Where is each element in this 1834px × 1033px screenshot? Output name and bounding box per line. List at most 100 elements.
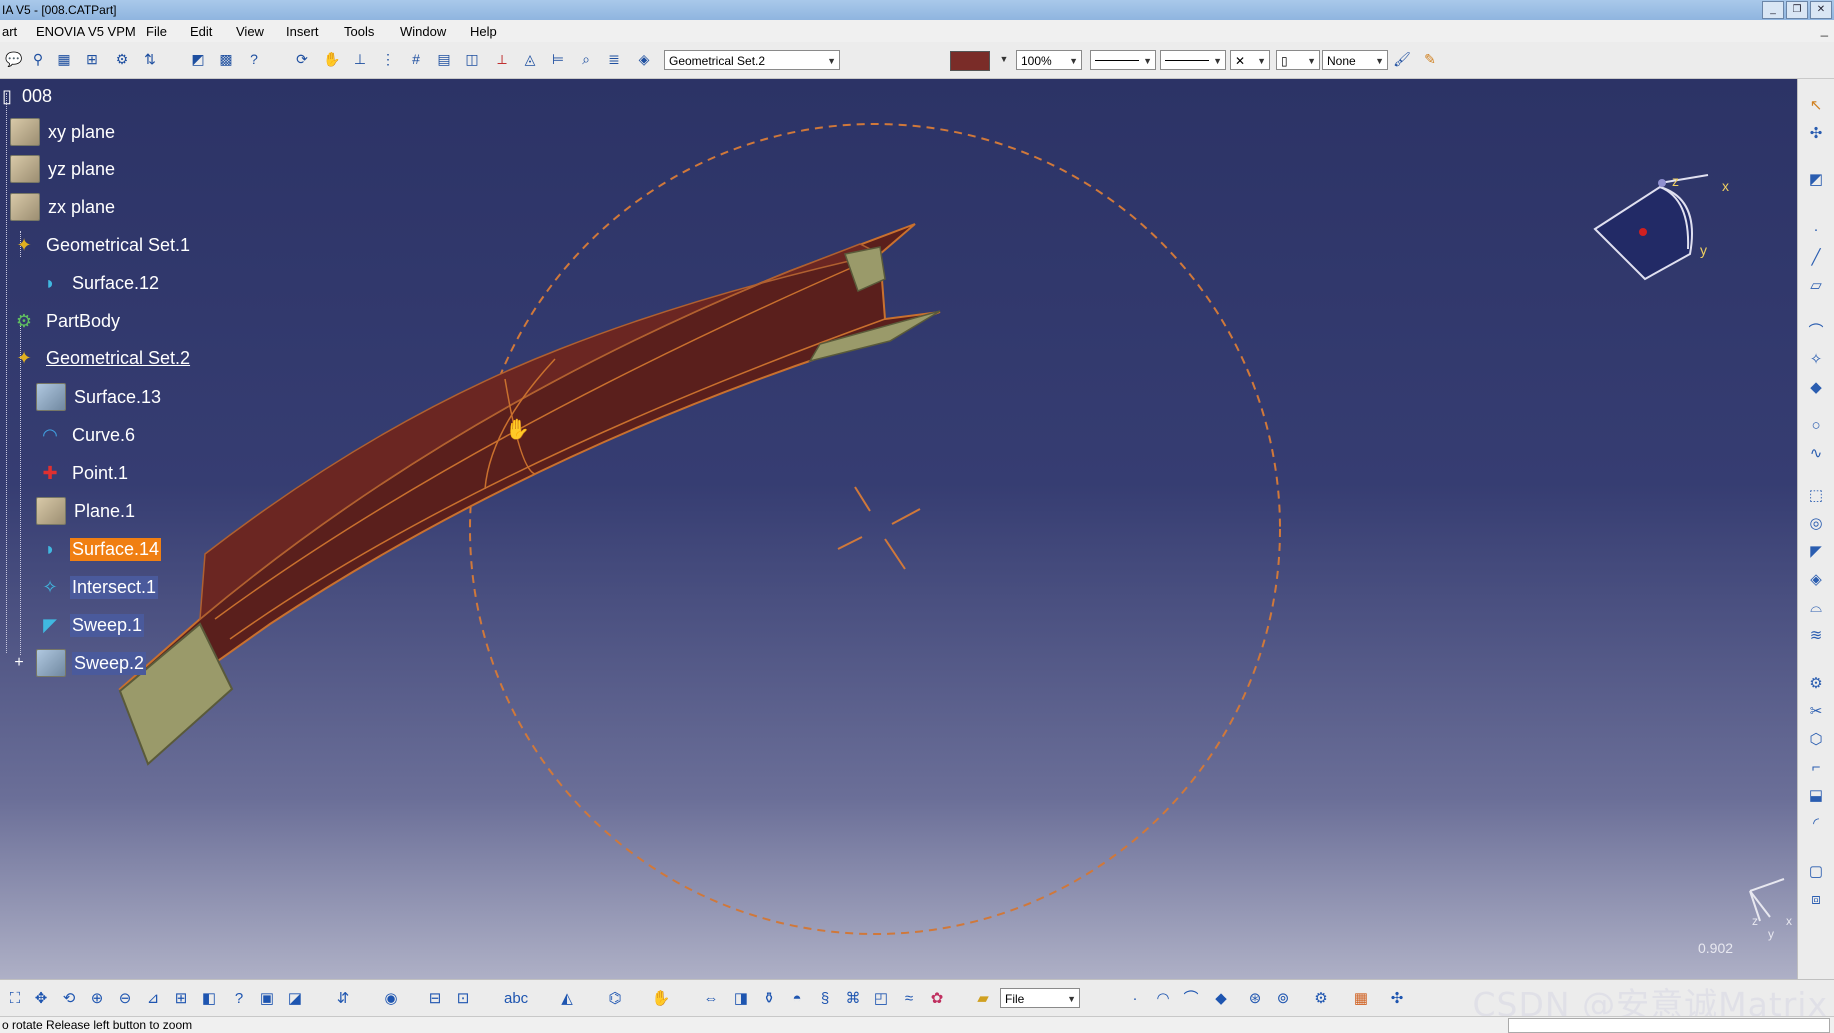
menu-start[interactable]: art (2, 24, 17, 39)
trim-icon[interactable]: ⬡ (1805, 729, 1827, 751)
join-icon[interactable]: ⚙ (1805, 673, 1827, 695)
material-icon[interactable]: ◭ (556, 988, 578, 1010)
measure-icon[interactable]: ⊟ (424, 988, 446, 1010)
close-button[interactable]: ✕ (1810, 1, 1832, 19)
sweep-tool-icon[interactable]: ◤ (1805, 541, 1827, 563)
file-combo[interactable]: File ▼ (1000, 988, 1080, 1008)
update-icon[interactable]: ⟳ (292, 49, 312, 69)
loft-icon[interactable]: ⌓ (1805, 597, 1827, 619)
color-swatch[interactable] (950, 51, 990, 71)
tree-item-yz-plane[interactable]: yz plane (10, 155, 117, 183)
analysis-icon[interactable]: ⌬ (604, 988, 626, 1010)
zoom-out-icon[interactable]: ⊖ (114, 988, 136, 1010)
grid-snap-icon[interactable]: # (406, 49, 426, 69)
layer-combo[interactable]: None ▼ (1322, 50, 1388, 70)
help-pointer-icon[interactable]: ? (244, 49, 264, 69)
restore-button[interactable]: ❐ (1786, 1, 1808, 19)
iso-view-icon[interactable]: ◧ (198, 988, 220, 1010)
connect-icon[interactable]: § (814, 988, 836, 1010)
catalog-icon[interactable]: ⚙ (1310, 988, 1332, 1010)
revolve-icon[interactable]: ◎ (1805, 513, 1827, 535)
extract-icon[interactable]: ⬓ (1805, 785, 1827, 807)
tree-item-xy-plane[interactable]: xy plane (10, 118, 117, 146)
axis-icon[interactable]: ⊥ (350, 49, 370, 69)
folder-icon[interactable]: ▰ (972, 988, 994, 1010)
menu-minimize-button[interactable]: _ (1821, 22, 1828, 37)
command-input[interactable] (1508, 1018, 1830, 1033)
annotation-icon[interactable]: abc (504, 988, 528, 1010)
ruler-icon[interactable]: ◆ (1210, 988, 1232, 1010)
sketch-tools-icon[interactable]: ✣ (1805, 123, 1827, 145)
multi-view-icon[interactable]: ⊞ (170, 988, 192, 1010)
intersection-tool-icon[interactable]: ✧ (1805, 349, 1827, 371)
pin-icon[interactable]: ⚲ (28, 49, 48, 69)
line-tool-icon[interactable]: ╱ (1805, 247, 1827, 269)
split-icon[interactable]: ✂ (1805, 701, 1827, 723)
tree-item-curve-6[interactable]: ◠ Curve.6 (36, 422, 137, 448)
minimize-button[interactable]: _ (1762, 1, 1784, 19)
shading-icon[interactable]: ▣ (256, 988, 278, 1010)
hide-show-icon[interactable]: ◪ (284, 988, 306, 1010)
point-icon[interactable]: · (1124, 988, 1146, 1010)
rotate-icon[interactable]: ⟲ (58, 988, 80, 1010)
3d-viewport[interactable]: ✋ x y z x y z (0, 79, 1798, 979)
zoom-in-icon[interactable]: ⊕ (86, 988, 108, 1010)
mapping-icon[interactable]: ◰ (870, 988, 892, 1010)
tree-item-partbody[interactable]: ⚙ PartBody (10, 308, 122, 334)
surface-analysis-icon[interactable]: ⌘ (842, 988, 864, 1010)
grid-icon[interactable]: ▩ (216, 49, 236, 69)
menu-window[interactable]: Window (400, 24, 446, 39)
menu-tools[interactable]: Tools (344, 24, 374, 39)
tree-item-surface-14[interactable]: ◗ Surface.14 (36, 536, 162, 562)
symmetry-icon[interactable]: ⧈ (1805, 889, 1827, 911)
grid-icon[interactable]: ▦ (1350, 988, 1372, 1010)
normal-view-icon[interactable]: ⊿ (142, 988, 164, 1010)
workbench-icon[interactable]: ✣ (1386, 988, 1408, 1010)
tree-item-sweep-2[interactable]: + Sweep.2 (10, 649, 147, 677)
tree-item-surface-13[interactable]: Surface.13 (36, 383, 163, 411)
transform-icon[interactable]: ▢ (1805, 861, 1827, 883)
curvature-icon[interactable]: ◓ (786, 988, 808, 1010)
menu-enovia[interactable]: ENOVIA V5 VPM (36, 24, 136, 39)
render-style-combo[interactable]: ▯ ▼ (1276, 50, 1320, 70)
menu-help[interactable]: Help (470, 24, 497, 39)
fillet-icon[interactable]: ◜ (1805, 813, 1827, 835)
magnify-icon[interactable]: ⌕ (576, 49, 596, 69)
circle-tool-icon[interactable]: ○ (1805, 415, 1827, 437)
point-tool-icon[interactable]: · (1805, 219, 1827, 241)
expand-plus-icon[interactable]: + (10, 650, 28, 676)
fit-all-icon[interactable]: ⛶ (4, 988, 26, 1010)
table-icon[interactable]: ▦ (54, 49, 74, 69)
environment-icon[interactable]: ≈ (898, 988, 920, 1010)
hand-icon[interactable]: ✋ (322, 49, 342, 69)
menu-file[interactable]: File (146, 24, 167, 39)
sketch-icon[interactable]: ◩ (188, 49, 208, 69)
draft-icon[interactable]: ◨ (730, 988, 752, 1010)
fill-icon[interactable]: ◈ (1805, 569, 1827, 591)
tree-item-sweep-1[interactable]: ◤ Sweep.1 (36, 612, 145, 638)
tree-item-surface-12[interactable]: ◗ Surface.12 (36, 270, 161, 296)
blend-icon[interactable]: ≋ (1805, 625, 1827, 647)
capture-icon[interactable]: ◉ (380, 988, 402, 1010)
spline-icon[interactable]: ∿ (1805, 443, 1827, 465)
tree-item-point-1[interactable]: ✚ Point.1 (36, 460, 130, 486)
chevron-down-icon[interactable]: ▼ (994, 49, 1014, 69)
paint-icon[interactable]: ✎ (1420, 49, 1440, 69)
layers-icon[interactable]: ◫ (462, 49, 482, 69)
offset-icon[interactable]: ◆ (1805, 377, 1827, 399)
hierarchy-icon[interactable]: ⋮ (378, 49, 398, 69)
sort-icon[interactable]: ⇅ (140, 49, 160, 69)
tree-icon[interactable]: ⊞ (82, 49, 102, 69)
view-mode-icon[interactable]: ? (228, 988, 250, 1010)
tree-item-zx-plane[interactable]: zx plane (10, 193, 117, 221)
menu-edit[interactable]: Edit (190, 24, 212, 39)
extrude-icon[interactable]: ⬚ (1805, 485, 1827, 507)
plane-tool-icon[interactable]: ▱ (1805, 275, 1827, 297)
swap-space-icon[interactable]: ⇵ (332, 988, 354, 1010)
linetype-combo[interactable]: ▼ (1090, 50, 1156, 70)
menu-insert[interactable]: Insert (286, 24, 319, 39)
sketcher-icon[interactable]: ◩ (1805, 169, 1827, 191)
stack-icon[interactable]: ▤ (434, 49, 454, 69)
knowledge-icon[interactable]: ⊛ (1244, 988, 1266, 1010)
tree-item-geometrical-set-2[interactable]: ✦ Geometrical Set.2 (10, 345, 192, 371)
